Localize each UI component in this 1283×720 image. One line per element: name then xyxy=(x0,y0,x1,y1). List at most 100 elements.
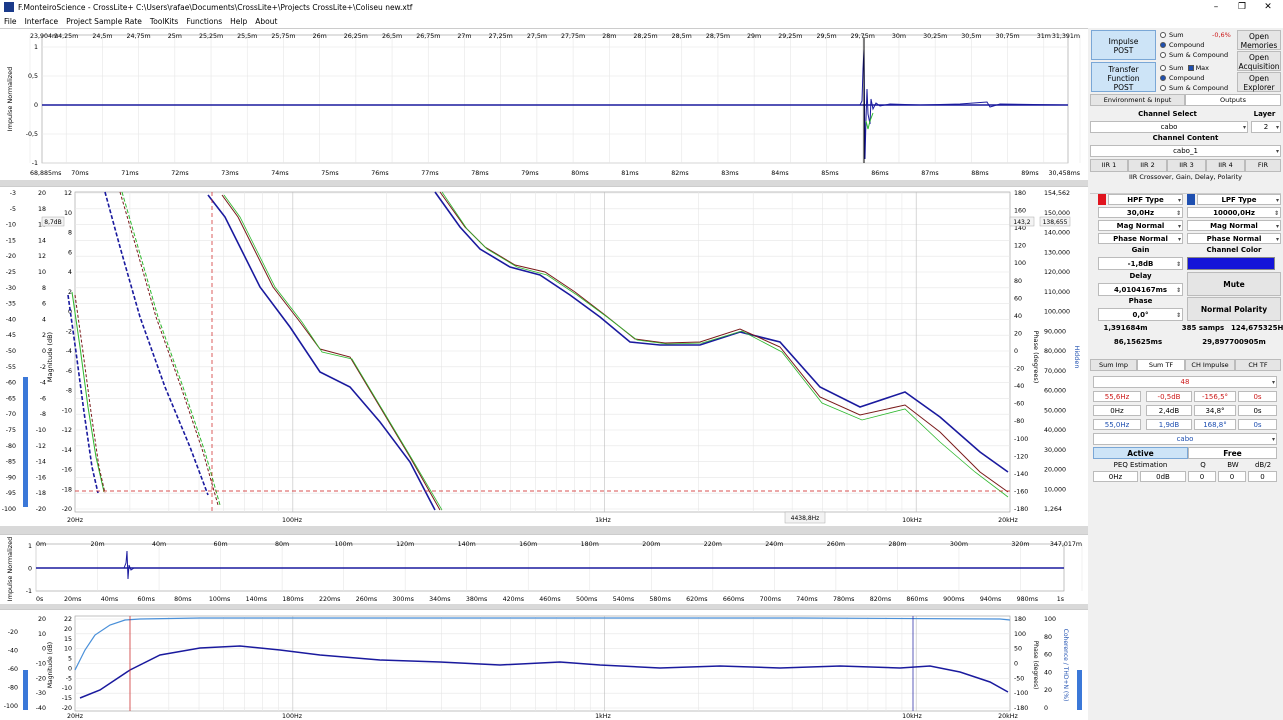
lpf-type-dropdown[interactable]: LPF Type ▾ xyxy=(1197,194,1281,205)
tf-main-plot[interactable]: -3-5-10-15-20-25-30-35-40-45-50-55-60-65… xyxy=(0,186,1088,526)
menu-interface[interactable]: Interface xyxy=(21,17,63,26)
lpf-mag-dropdown[interactable]: Mag Normal ▾ xyxy=(1187,220,1281,231)
peq-db2[interactable]: 0 xyxy=(1248,471,1277,482)
tick-label: -180 xyxy=(1014,506,1028,513)
row1-phase[interactable]: -156,5° xyxy=(1194,391,1236,402)
tf-sum-radio[interactable]: Sum Max xyxy=(1160,64,1209,72)
menu-help[interactable]: Help xyxy=(226,17,251,26)
tf-compound-radio[interactable]: Compound xyxy=(1160,74,1204,82)
tf-bottom-ylabel: Magnitude (dB) xyxy=(47,642,54,688)
normal-polarity-button[interactable]: Normal Polarity xyxy=(1187,297,1281,321)
open-memories-button[interactable]: Open Memories xyxy=(1237,30,1281,50)
impulse-top-time-ticks: 68,885ms 70ms 71ms 72ms 73ms 74ms 75ms 76ms 77ms… xyxy=(30,170,1080,177)
row1-gain[interactable]: -0,5dB xyxy=(1146,391,1192,402)
row3-freq[interactable]: 55,0Hz xyxy=(1093,419,1141,430)
menu-project-sample-rate[interactable]: Project Sample Rate xyxy=(62,17,146,26)
tf-sum-compound-radio[interactable]: Sum & Compound xyxy=(1160,84,1228,92)
tick-label: 83ms xyxy=(721,170,738,177)
tab-ch-impulse[interactable]: CH Impulse xyxy=(1185,359,1235,371)
impulse-sum-compound-radio[interactable]: Sum & Compound xyxy=(1160,51,1228,59)
tab-outputs[interactable]: Outputs xyxy=(1185,94,1281,106)
impulse-mid-plot[interactable]: 0m 20m 40m 60m 80m 100m 120m 140m 160m 180m 200m 22… xyxy=(0,534,1088,604)
menu-about[interactable]: About xyxy=(251,17,281,26)
tick-label: 85ms xyxy=(821,170,838,177)
tab-iir3[interactable]: IIR 3 xyxy=(1167,159,1206,172)
impulse-compound-radio[interactable]: Compound xyxy=(1160,41,1204,49)
tab-iir2[interactable]: IIR 2 xyxy=(1128,159,1167,172)
title-bar: F.MonteiroScience - CrossLite+ C:\Users\… xyxy=(0,0,1283,14)
row3-gain[interactable]: 1,9dB xyxy=(1146,419,1192,430)
delay-stepper[interactable]: 4,0104167ms ⇕ xyxy=(1098,283,1183,296)
tab-iir1[interactable]: IIR 1 xyxy=(1090,159,1128,172)
menu-file[interactable]: File xyxy=(0,17,21,26)
tick-label: 20kHz xyxy=(998,713,1018,720)
row2-phase[interactable]: 34,8° xyxy=(1194,405,1236,416)
lpf-phase-dropdown[interactable]: Phase Normal ▾ xyxy=(1187,233,1281,244)
sel48-dropdown[interactable]: 48 ▾ xyxy=(1093,376,1277,388)
hpf-type-dropdown[interactable]: HPF Type ▾ xyxy=(1108,194,1183,205)
tab-fir[interactable]: FIR xyxy=(1245,159,1281,172)
hpf-mag-dropdown[interactable]: Mag Normal ▾ xyxy=(1098,220,1183,231)
tick-label: -15 xyxy=(6,237,16,244)
peq-gain[interactable]: 0dB xyxy=(1140,471,1186,482)
row2-time[interactable]: 0s xyxy=(1238,405,1277,416)
stepper-icon[interactable]: ⇕ xyxy=(1176,310,1181,322)
chevron-down-icon: ▾ xyxy=(1177,197,1181,204)
tick-label: -1 xyxy=(26,588,32,595)
tab-sum-imp[interactable]: Sum Imp xyxy=(1090,359,1137,371)
stepper-icon[interactable]: ⇕ xyxy=(1176,209,1181,219)
tf-cursor-label-left: 8,7dB xyxy=(44,219,61,226)
cabo-dropdown[interactable]: cabo ▾ xyxy=(1093,433,1277,445)
stepper-icon[interactable]: ⇕ xyxy=(1176,259,1181,271)
open-explorer-button[interactable]: Open Explorer xyxy=(1237,72,1281,92)
gain-stepper[interactable]: -1,8dB ⇕ xyxy=(1098,257,1183,270)
channel-color-swatch[interactable] xyxy=(1187,257,1275,270)
tick-label: 20 xyxy=(38,190,46,197)
tick-label: 50,000 xyxy=(1044,407,1066,414)
stepper-icon[interactable]: ⇕ xyxy=(1176,285,1181,297)
impulse-post-button[interactable]: Impulse POST xyxy=(1091,30,1156,60)
mute-button[interactable]: Mute xyxy=(1187,272,1281,296)
tick-label: 80 xyxy=(1014,278,1022,285)
tick-label: 30,000 xyxy=(1044,447,1066,454)
tab-iir4[interactable]: IIR 4 xyxy=(1206,159,1245,172)
maximize-button[interactable]: ❐ xyxy=(1229,0,1255,14)
lpf-freq-stepper[interactable]: 10000,0Hz ⇕ xyxy=(1187,207,1281,218)
row1-time[interactable]: 0s xyxy=(1238,391,1277,402)
peq-freq[interactable]: 0Hz xyxy=(1093,471,1138,482)
layer-dropdown[interactable]: 2 ▾ xyxy=(1251,121,1281,133)
row2-freq[interactable]: 0Hz xyxy=(1093,405,1141,416)
close-button[interactable]: ✕ xyxy=(1255,0,1281,14)
row2-gain[interactable]: 2,4dB xyxy=(1146,405,1192,416)
peq-bw[interactable]: 0 xyxy=(1218,471,1246,482)
tick-label: 6 xyxy=(68,249,72,256)
channel-content-dropdown[interactable]: cabo_1 ▾ xyxy=(1090,145,1281,157)
tf-hidden-label[interactable]: Hidden xyxy=(1073,345,1081,368)
stepper-icon[interactable]: ⇕ xyxy=(1274,209,1279,219)
peq-q[interactable]: 0 xyxy=(1188,471,1216,482)
channel-select-dropdown[interactable]: cabo ▾ xyxy=(1090,121,1248,133)
free-button[interactable]: Free xyxy=(1188,447,1277,459)
tab-ch-tf[interactable]: CH TF xyxy=(1235,359,1281,371)
row1-freq[interactable]: 55,6Hz xyxy=(1093,391,1141,402)
tab-environment-input[interactable]: Environment & Input xyxy=(1090,94,1185,106)
hpf-freq-stepper[interactable]: 30,0Hz ⇕ xyxy=(1098,207,1183,218)
tick-label: 24,5m xyxy=(92,33,112,40)
row3-phase[interactable]: 168,8° xyxy=(1194,419,1236,430)
hpf-phase-dropdown[interactable]: Phase Normal ▾ xyxy=(1098,233,1183,244)
tick-label: 30,75m xyxy=(996,33,1020,40)
phase-stepper[interactable]: 0,0° ⇕ xyxy=(1098,308,1183,321)
row3-time[interactable]: 0s xyxy=(1238,419,1277,430)
menu-toolkits[interactable]: ToolKits xyxy=(146,17,182,26)
tf-bottom-plot[interactable]: -20-40-60-80-100 20100-10-20-30-40 22201… xyxy=(0,609,1088,720)
open-acquisition-button[interactable]: Open Acquisition xyxy=(1237,51,1281,71)
tab-sum-tf[interactable]: Sum TF xyxy=(1137,359,1185,371)
app-icon xyxy=(4,2,14,12)
tf-post-button[interactable]: Transfer Function POST xyxy=(1091,62,1156,92)
impulse-top-plot[interactable]: 23,904m24,25m 24,5m 24,75m 25m 25,25m 25,5m 25… xyxy=(0,28,1088,180)
tick-label: 8 xyxy=(42,285,46,292)
impulse-sum-radio[interactable]: Sum xyxy=(1160,31,1184,39)
active-button[interactable]: Active xyxy=(1093,447,1188,459)
menu-functions[interactable]: Functions xyxy=(182,17,226,26)
minimize-button[interactable]: – xyxy=(1203,0,1229,14)
